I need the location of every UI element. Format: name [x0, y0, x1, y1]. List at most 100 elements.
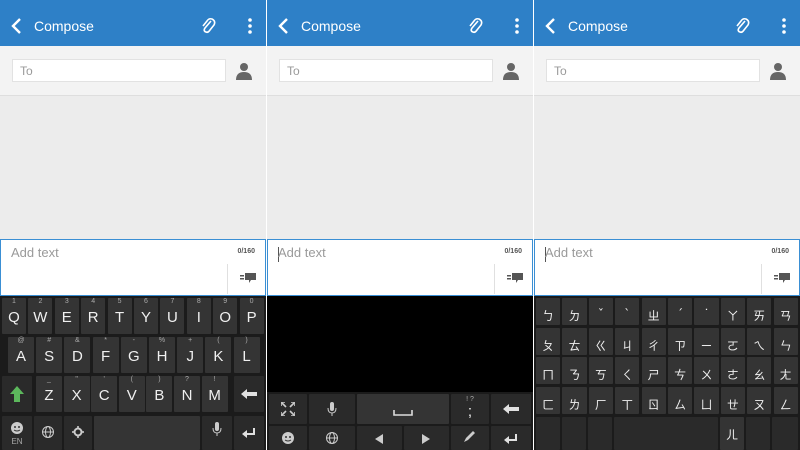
attachment-icon[interactable]	[734, 17, 750, 35]
zhuyin-key[interactable]: ㄋ	[562, 357, 587, 384]
zhuyin-key[interactable]: ㄊ	[562, 327, 587, 355]
zhuyin-key[interactable]: ㄣ	[773, 327, 798, 355]
key-b[interactable]: ) B	[146, 376, 173, 412]
key-w[interactable]: 2W	[28, 298, 53, 334]
zhuyin-key[interactable]: ㄓ	[641, 298, 666, 325]
language-key[interactable]	[309, 426, 355, 450]
cursor-left-key[interactable]	[357, 426, 402, 450]
key-u[interactable]: 7U	[160, 298, 185, 334]
zhuyin-key-er[interactable]: ㄦ	[720, 417, 744, 450]
send-button[interactable]	[494, 264, 532, 294]
key-g[interactable]: -G	[120, 337, 147, 373]
backspace-key-bottom[interactable]	[746, 417, 770, 450]
zhuyin-key[interactable]: ㄠ	[747, 357, 772, 384]
zhuyin-key[interactable]: ㄏ	[588, 386, 613, 414]
more-options-icon[interactable]	[513, 17, 521, 35]
zhuyin-key[interactable]: ˊ	[668, 298, 693, 325]
zhuyin-key[interactable]: ㄌ	[562, 386, 587, 414]
voice-key[interactable]	[202, 416, 232, 450]
key-v[interactable]: (V	[118, 376, 145, 412]
space-key[interactable]	[94, 416, 200, 450]
enter-key[interactable]	[772, 417, 798, 450]
zhuyin-key[interactable]: ㄐ	[615, 327, 640, 355]
enter-key[interactable]	[491, 426, 531, 450]
language-key[interactable]	[34, 416, 62, 450]
back-arrow-icon[interactable]	[10, 17, 24, 35]
cursor-right-key[interactable]	[404, 426, 449, 450]
zhuyin-key[interactable]: ㄉ	[562, 298, 587, 325]
key-r[interactable]: 4R	[81, 298, 106, 334]
to-field[interactable]: To	[279, 59, 493, 82]
punctuation-key[interactable]: ! ? ;	[451, 394, 489, 424]
more-options-icon[interactable]	[246, 17, 254, 35]
key-e[interactable]: 3E	[54, 298, 79, 334]
voice-key[interactable]	[309, 394, 355, 424]
zhuyin-key[interactable]: ㄎ	[588, 357, 613, 384]
key-o[interactable]: 9O	[213, 298, 238, 334]
shift-key[interactable]	[2, 376, 32, 412]
key-q[interactable]: 1Q	[2, 298, 26, 334]
handwriting-area[interactable]	[267, 296, 533, 392]
zhuyin-key[interactable]: ㄑ	[615, 357, 640, 384]
key-n[interactable]: ? N	[174, 376, 200, 412]
to-field[interactable]: To	[546, 59, 760, 82]
space-key[interactable]	[357, 394, 449, 424]
zhuyin-key[interactable]: ㄚ	[720, 298, 745, 325]
zhuyin-key[interactable]: ㄨ	[694, 357, 719, 384]
key-m[interactable]: ! M	[201, 376, 228, 412]
zhuyin-key[interactable]: ㄡ	[747, 386, 772, 414]
back-arrow-icon[interactable]	[544, 17, 558, 35]
key-h[interactable]: % H	[149, 337, 175, 373]
zhuyin-key[interactable]: ㄝ	[720, 386, 745, 414]
message-input[interactable]: Add text 0/160	[0, 239, 266, 296]
contact-picker-icon[interactable]	[770, 62, 786, 80]
handwriting-key[interactable]	[451, 426, 489, 450]
message-input[interactable]: Add text 0/160	[534, 239, 800, 296]
key-k[interactable]: (K	[205, 337, 232, 373]
zhuyin-key[interactable]: ㄕ	[641, 357, 666, 384]
key-a[interactable]: @ A	[8, 337, 34, 373]
language-key[interactable]	[562, 417, 586, 450]
zhuyin-key[interactable]: ㄩ	[694, 386, 719, 414]
key-c[interactable]: ' C	[91, 376, 118, 412]
zhuyin-key[interactable]: ㄢ	[773, 298, 798, 325]
zhuyin-key[interactable]: ㄘ	[668, 357, 693, 384]
more-options-icon[interactable]	[780, 17, 788, 35]
zhuyin-key[interactable]: ㄔ	[641, 327, 666, 355]
zhuyin-key[interactable]: ㄆ	[536, 327, 561, 355]
space-key[interactable]	[614, 417, 718, 450]
back-arrow-icon[interactable]	[277, 17, 291, 35]
key-x[interactable]: " X	[63, 376, 90, 412]
emoji-key[interactable]: EN	[2, 416, 32, 450]
zhuyin-key[interactable]: ㄗ	[668, 327, 693, 355]
message-input[interactable]: Add text 0/160	[267, 239, 533, 296]
zhuyin-key[interactable]: ㄤ	[773, 357, 798, 384]
zhuyin-key[interactable]: ㄥ	[773, 386, 798, 414]
key-z[interactable]: _ Z	[36, 376, 62, 412]
key-l[interactable]: ) L	[233, 337, 260, 373]
backspace-key[interactable]	[234, 376, 264, 412]
zhuyin-key[interactable]: ㄞ	[747, 298, 772, 325]
contact-picker-icon[interactable]	[236, 62, 252, 80]
key-f[interactable]: * F	[92, 337, 119, 373]
expand-key[interactable]	[269, 394, 307, 424]
zhuyin-key[interactable]: ㄜ	[720, 357, 745, 384]
key-p[interactable]: 0P	[239, 298, 264, 334]
enter-key[interactable]	[234, 416, 264, 450]
key-d[interactable]: & D	[64, 337, 91, 373]
zhuyin-key[interactable]: ㄍ	[588, 327, 613, 355]
settings-key[interactable]	[588, 417, 612, 450]
zhuyin-key[interactable]: ㄈ	[536, 386, 561, 414]
to-field[interactable]: To	[12, 59, 226, 82]
zhuyin-key[interactable]: ㄖ	[641, 386, 666, 414]
attachment-icon[interactable]	[200, 17, 216, 35]
zhuyin-key[interactable]: ㄟ	[747, 327, 772, 355]
key-t[interactable]: 5T	[107, 298, 132, 334]
zhuyin-key[interactable]: ㄇ	[536, 357, 561, 384]
emoji-key[interactable]	[536, 417, 560, 450]
key-j[interactable]: + J	[177, 337, 204, 373]
zhuyin-key[interactable]: ㄙ	[668, 386, 693, 414]
zhuyin-key[interactable]: ㄛ	[720, 327, 745, 355]
send-button[interactable]	[227, 264, 265, 294]
settings-key[interactable]	[64, 416, 92, 450]
